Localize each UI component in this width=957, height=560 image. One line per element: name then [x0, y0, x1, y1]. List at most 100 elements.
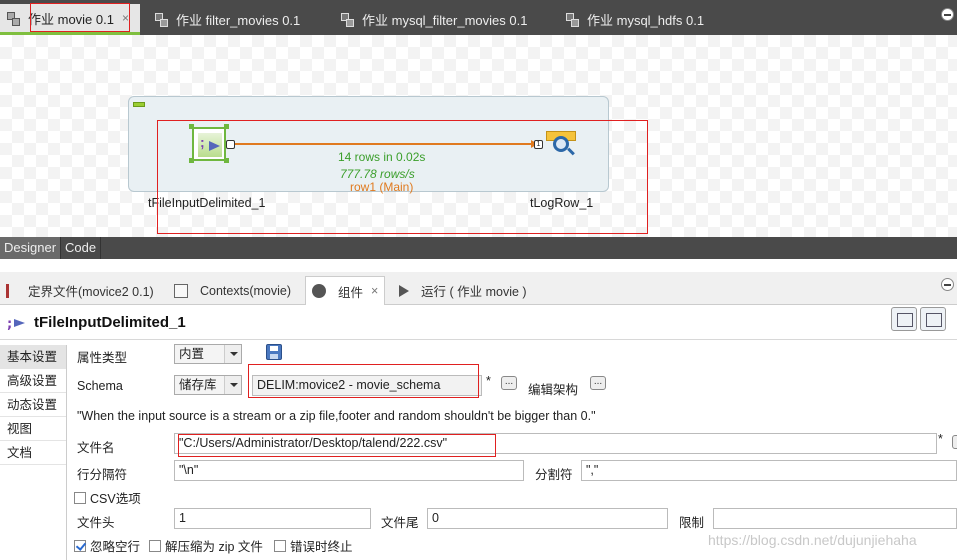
- tlogrow-component[interactable]: [544, 131, 578, 161]
- close-icon[interactable]: ×: [371, 284, 378, 298]
- checkbox-box: [74, 491, 86, 504]
- file-input-icon: [198, 133, 222, 157]
- job-icon: [154, 12, 168, 27]
- checkbox-box: [274, 539, 286, 552]
- row-separator-field[interactable]: "\n": [174, 460, 524, 481]
- minimize-icon[interactable]: [941, 278, 954, 291]
- tab-contexts[interactable]: Contexts(movie): [174, 276, 291, 305]
- checkbox-label: 错误时终止: [290, 540, 353, 554]
- filename-browse-button[interactable]: [952, 435, 957, 449]
- checkbox-label: CSV选项: [90, 492, 141, 506]
- row-separator-label: 行分隔符: [77, 468, 128, 482]
- editor-tab-bar: 作业 movie 0.1 × 作业 filter_movies 0.1 作业 m…: [0, 0, 957, 35]
- header-field[interactable]: 1: [174, 508, 371, 529]
- select-value: 内置: [179, 347, 205, 361]
- die-on-error-checkbox[interactable]: 错误时终止: [274, 536, 353, 555]
- tab-label: 组件: [338, 285, 364, 300]
- property-type-label: 属性类型: [77, 351, 128, 365]
- field-separator-field[interactable]: ",": [581, 460, 957, 481]
- chevron-down-icon: [224, 376, 241, 394]
- csv-options-checkbox[interactable]: CSV选项: [74, 488, 141, 507]
- selection-handle[interactable]: [224, 158, 229, 163]
- side-tab-advanced[interactable]: 高级设置: [0, 369, 66, 393]
- uncompress-zip-checkbox[interactable]: 解压缩为 zip 文件: [149, 536, 263, 555]
- limit-field[interactable]: [713, 508, 957, 529]
- designer-code-tabs: Designer Code: [0, 237, 957, 259]
- component-title: tFileInputDelimited_1: [34, 314, 186, 331]
- delimited-file-icon: [6, 283, 16, 298]
- palette-icon: [312, 284, 326, 298]
- footer-label: 文件尾: [381, 516, 419, 530]
- selection-handle[interactable]: [189, 158, 194, 163]
- editor-tab-label: 作业 mysql_filter_movies 0.1: [362, 12, 528, 28]
- tab-delimited-file[interactable]: 定界文件(movice2 0.1): [6, 276, 154, 305]
- tab-component[interactable]: 组件 ×: [305, 276, 386, 305]
- schema-field[interactable]: DELIM:movice2 - movie_schema: [252, 375, 482, 396]
- schema-label: Schema: [77, 379, 123, 393]
- edit-schema-label: 编辑架构: [528, 383, 579, 397]
- footer-field[interactable]: 0: [427, 508, 668, 529]
- schema-browse-button[interactable]: ...: [501, 376, 517, 390]
- input-port[interactable]: 1: [534, 140, 543, 149]
- svg-text:;: ;: [7, 317, 12, 332]
- subjob-collapse-toggle[interactable]: [133, 102, 145, 107]
- tab-run[interactable]: 运行 ( 作业 movie ): [399, 276, 527, 305]
- skip-empty-rows-checkbox[interactable]: 忽略空行: [74, 536, 140, 555]
- checkbox-box: [149, 539, 161, 552]
- required-mark: *: [486, 374, 491, 388]
- filename-field[interactable]: "C:/Users/Administrator/Desktop/talend/2…: [174, 433, 937, 454]
- side-tab-doc[interactable]: 文档: [0, 441, 66, 465]
- file-input-icon: ;: [7, 314, 27, 332]
- output-port[interactable]: [226, 140, 235, 149]
- editor-tab-label: 作业 filter_movies 0.1: [176, 12, 301, 28]
- selection-handle[interactable]: [189, 124, 194, 129]
- contexts-icon: [174, 283, 188, 298]
- edit-schema-button[interactable]: ...: [590, 376, 606, 390]
- editor-tab-label: 作业 mysql_hdfs 0.1: [587, 12, 705, 28]
- job-icon: [565, 12, 579, 27]
- property-type-select[interactable]: 内置: [174, 344, 242, 364]
- watermark: https://blog.csdn.net/dujunjiehaha: [708, 532, 917, 548]
- component-label: tFileInputDelimited_1: [148, 196, 266, 210]
- checkbox-label: 忽略空行: [90, 540, 141, 554]
- side-tab-view[interactable]: 视图: [0, 417, 66, 441]
- properties-tab-bar: 定界文件(movice2 0.1) Contexts(movie) 组件 × 运…: [0, 272, 957, 305]
- editor-tab-mysql-filter-movies[interactable]: 作业 mysql_filter_movies 0.1: [340, 6, 527, 32]
- tfileinputdelimited-component[interactable]: [192, 127, 226, 161]
- tab-designer[interactable]: Designer: [0, 237, 62, 259]
- tab-code[interactable]: Code: [61, 237, 102, 259]
- side-tab-dynamic[interactable]: 动态设置: [0, 393, 66, 417]
- field-separator-label: 分割符: [535, 468, 573, 482]
- editor-tab-label: 作业 movie 0.1: [28, 11, 114, 27]
- component-header: ; tFileInputDelimited_1: [0, 305, 957, 340]
- job-icon: [340, 12, 354, 27]
- tab-label: Contexts(movie): [200, 283, 291, 298]
- required-mark: *: [938, 432, 943, 446]
- side-tab-basic[interactable]: 基本设置: [0, 345, 66, 369]
- table-view-button[interactable]: [891, 307, 917, 331]
- editor-tab-movie[interactable]: 作业 movie 0.1 ×: [0, 4, 140, 35]
- minimize-icon[interactable]: [941, 8, 954, 21]
- close-icon[interactable]: ×: [122, 11, 129, 25]
- magnifier-handle: [567, 147, 575, 156]
- tab-label: 运行 ( 作业 movie ): [421, 285, 527, 299]
- form-view-button[interactable]: [920, 307, 946, 331]
- stats-rate: 777.78 rows/s: [340, 167, 415, 181]
- schema-type-select[interactable]: 储存库: [174, 375, 242, 395]
- save-icon[interactable]: [266, 344, 282, 360]
- selection-handle[interactable]: [224, 124, 229, 129]
- checkbox-box: [74, 539, 86, 552]
- limit-label: 限制: [679, 516, 705, 530]
- editor-tab-filter-movies[interactable]: 作业 filter_movies 0.1: [154, 6, 300, 32]
- component-label: tLogRow_1: [530, 196, 594, 210]
- row-label: row1 (Main): [350, 180, 414, 194]
- settings-side-tabs: 基本设置 高级设置 动态设置 视图 文档: [0, 345, 67, 560]
- job-icon: [6, 11, 20, 26]
- run-icon: [399, 284, 409, 297]
- header-label: 文件头: [77, 516, 115, 530]
- checkbox-label: 解压缩为 zip 文件: [165, 540, 263, 554]
- filename-label: 文件名: [77, 441, 115, 455]
- tab-label: 定界文件(movice2 0.1): [28, 285, 154, 299]
- row-connection[interactable]: [235, 143, 533, 145]
- editor-tab-mysql-hdfs[interactable]: 作业 mysql_hdfs 0.1: [565, 6, 704, 32]
